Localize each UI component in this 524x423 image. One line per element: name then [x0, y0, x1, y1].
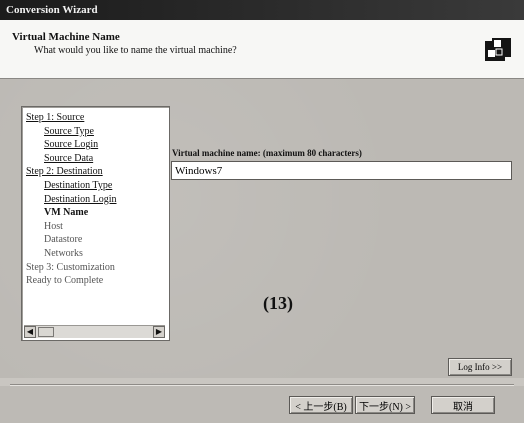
scroll-left-button[interactable]: ◀: [24, 326, 36, 338]
wizard-footer: < 上一步(B) 下一步(N) > 取消: [0, 386, 524, 423]
step-item[interactable]: Step 2: Destination: [26, 165, 165, 179]
step-item: Ready to Complete: [26, 275, 104, 287]
step-item: Step 3: Customization: [26, 261, 115, 273]
wizard-header: Virtual Machine Name What would you like…: [0, 20, 524, 79]
step-item[interactable]: Source Type: [26, 125, 165, 139]
steps-list: Step 1: Source Source Type Source Login Sou…: [26, 111, 165, 288]
vm-name-input[interactable]: [171, 161, 512, 180]
step-item: Networks: [44, 247, 83, 259]
step-item[interactable]: Source Login: [26, 138, 165, 152]
step-item[interactable]: Source Data: [26, 152, 165, 166]
step-item: Host: [44, 220, 63, 232]
next-button[interactable]: 下一步(N) >: [355, 396, 415, 414]
vm-name-label: Virtual machine name: (maximum 80 charac…: [172, 148, 362, 158]
cancel-button[interactable]: 取消: [431, 396, 495, 414]
scroll-thumb[interactable]: [38, 327, 54, 337]
step-item[interactable]: Destination Login: [26, 193, 165, 207]
step-item: Datastore: [44, 234, 83, 246]
window-titlebar: Conversion Wizard: [0, 0, 524, 20]
step-item: VM Name: [44, 207, 89, 219]
steps-navigation-panel: Step 1: Source Source Type Source Login Sou…: [21, 106, 170, 341]
horizontal-scrollbar[interactable]: ◀ ▶: [24, 325, 165, 338]
scroll-right-button[interactable]: ▶: [153, 326, 165, 338]
back-button[interactable]: < 上一步(B): [289, 396, 353, 414]
wizard-content: Step 1: Source Source Type Source Login Sou…: [0, 79, 524, 378]
window-title: Conversion Wizard: [6, 4, 98, 16]
figure-annotation: (13): [263, 293, 293, 313]
page-title: Virtual Machine Name: [12, 31, 120, 43]
step-item[interactable]: Destination Type: [26, 179, 165, 193]
step-item[interactable]: Step 1: Source: [26, 111, 165, 125]
log-info-button[interactable]: Log Info >>: [448, 358, 512, 376]
vmware-converter-logo-icon: [485, 38, 511, 61]
page-subtitle: What would you like to name the virtual …: [34, 45, 237, 56]
